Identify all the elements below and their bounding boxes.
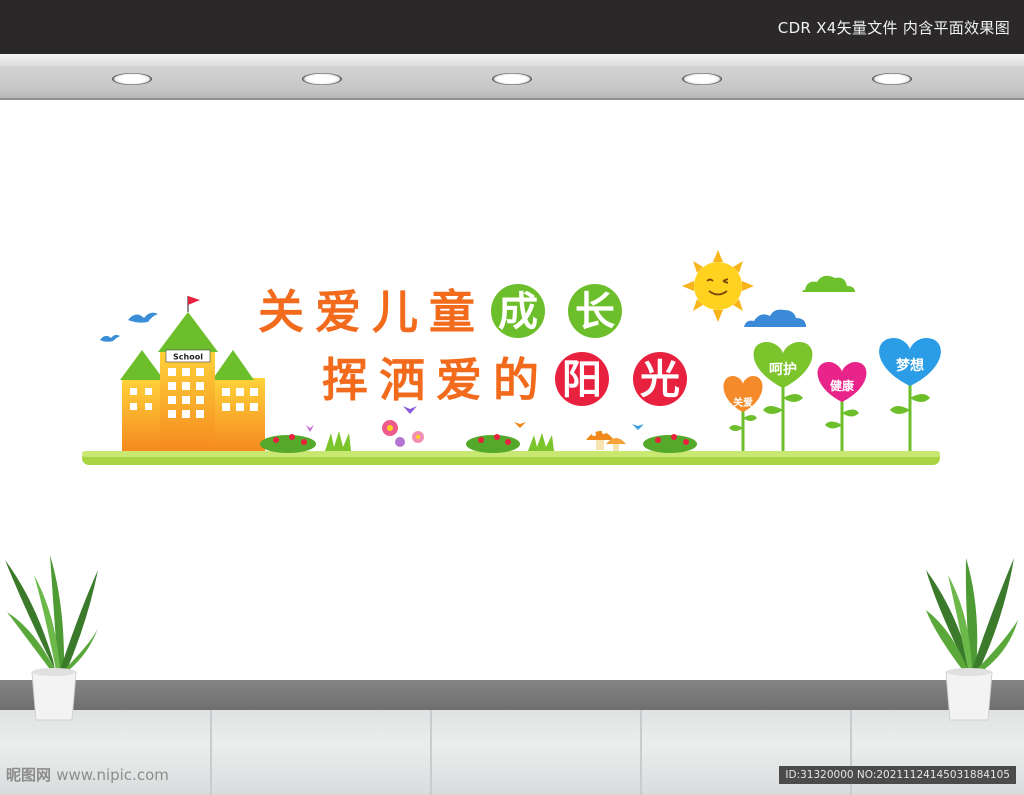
title-char-circled: 阳 [562, 357, 602, 403]
cloud-icon [802, 275, 855, 292]
bush-icon [466, 434, 520, 453]
butterfly-icon [306, 425, 314, 432]
butterfly-icon [403, 406, 417, 414]
heart-flower [817, 362, 867, 451]
title-char: 爱 [436, 353, 482, 407]
bush-icon [643, 434, 697, 453]
title-char: 儿 [372, 285, 418, 339]
title-char: 的 [493, 353, 539, 407]
sun-icon [682, 250, 754, 322]
potted-plant [926, 558, 1018, 721]
heart-flower [753, 342, 813, 451]
title-char: 童 [429, 285, 475, 339]
green-shelf [82, 451, 940, 465]
site-logo: 昵图网 [6, 766, 52, 784]
title-char: 挥 [322, 353, 368, 407]
heart-label: 呵护 [769, 361, 797, 378]
title-char: 洒 [379, 353, 425, 407]
title-char: 爱 [315, 285, 361, 339]
heart-label: 关爱 [733, 396, 753, 409]
flower-icon [382, 420, 424, 447]
grass-icon [528, 433, 554, 451]
site-watermark: 昵图网 www.nipic.com [6, 764, 169, 785]
bird-icon [100, 334, 120, 342]
site-url: www.nipic.com [56, 766, 169, 784]
image-id-badge: ID:31320000 NO:20211124145031884105 [779, 766, 1016, 784]
title-char-circled: 光 [640, 357, 680, 403]
mushroom-icon [586, 430, 626, 451]
heart-flower [723, 376, 763, 451]
school-sign: School [173, 353, 203, 362]
cloud-icon [744, 309, 806, 327]
butterfly-icon [632, 424, 644, 430]
heart-label: 健康 [830, 378, 855, 393]
title-char-circled: 成 [498, 289, 538, 335]
heart-label: 梦想 [896, 357, 924, 374]
potted-plant [5, 555, 98, 721]
bush-icon [260, 434, 316, 453]
bird-icon [128, 312, 158, 323]
grass-icon [325, 431, 351, 451]
title-char: 关 [258, 285, 304, 339]
heart-flower [879, 338, 941, 451]
mural-artwork: School 关 爱 儿 童 成 长 挥 洒 爱 的 阳 光 关爱 呵护 健康 … [5, 250, 1018, 721]
title-char-circled: 长 [575, 289, 615, 335]
butterfly-icon [514, 422, 526, 428]
